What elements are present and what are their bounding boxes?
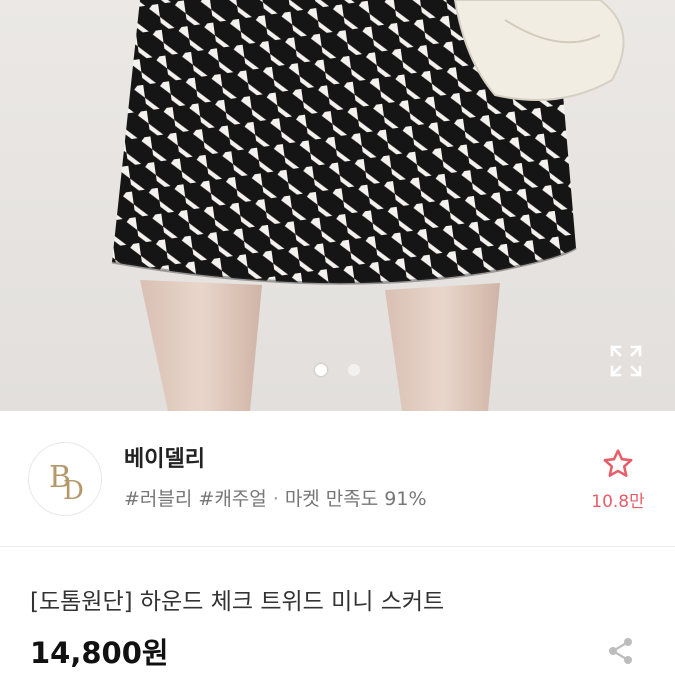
shop-meta: #러블리 #캐주얼 · 마켓 만족도 91%	[124, 484, 427, 511]
shop-satisfaction: 마켓 만족도 91%	[284, 488, 427, 510]
favorite-button[interactable]: 10.8만	[586, 447, 650, 512]
section-divider	[0, 546, 675, 547]
shop-name[interactable]: 베이델리	[124, 441, 205, 473]
svg-text:D: D	[63, 476, 84, 506]
carousel-dot-active[interactable]	[315, 364, 327, 376]
product-title: [도톰원단] 하운드 체크 트위드 미니 스커트	[30, 589, 445, 615]
product-price: 14,800원	[30, 636, 169, 670]
carousel-pagination	[315, 364, 360, 376]
meta-separator: ·	[272, 488, 279, 510]
share-icon[interactable]	[606, 636, 636, 666]
shop-tags: #러블리 #캐주얼	[124, 488, 267, 510]
product-image-carousel[interactable]	[0, 0, 675, 411]
star-outline-icon	[603, 449, 633, 477]
carousel-dot[interactable]	[348, 364, 360, 376]
shop-logo-mark: B D	[49, 460, 84, 506]
expand-icon[interactable]	[608, 343, 644, 379]
product-image	[0, 0, 675, 411]
favorite-count: 10.8만	[591, 492, 645, 512]
shop-logo[interactable]: B D	[28, 442, 102, 516]
